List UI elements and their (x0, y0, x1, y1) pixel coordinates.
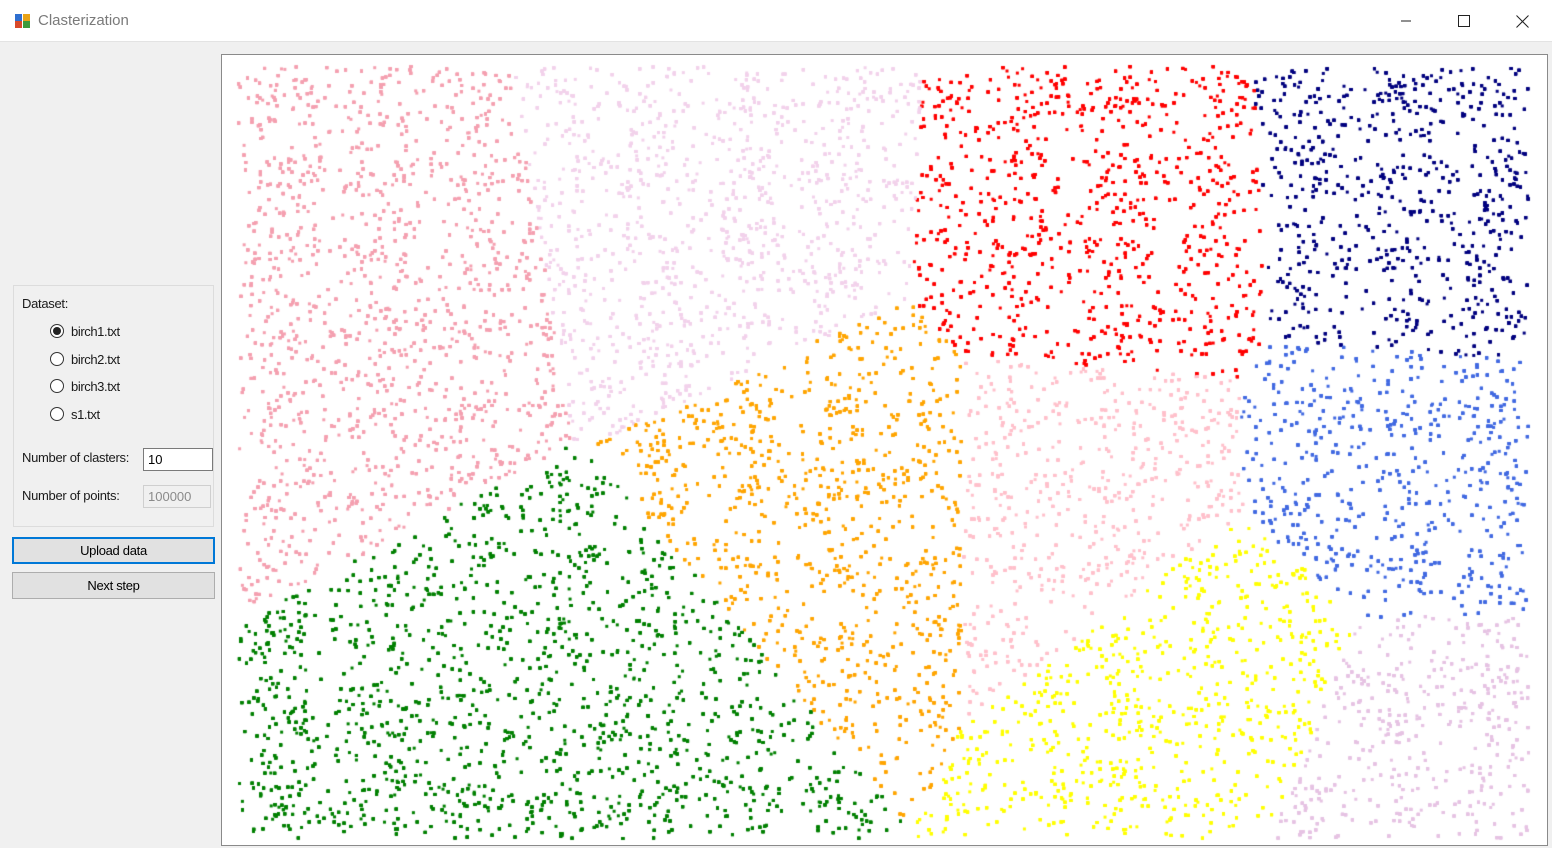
points-label: Number of points: (22, 488, 120, 503)
maximize-icon (1458, 15, 1470, 27)
radio-label: birch3.txt (71, 378, 120, 394)
radio-selected-dot (53, 327, 61, 335)
radio-label: birch1.txt (71, 323, 120, 339)
minimize-button[interactable] (1377, 0, 1435, 42)
clusters-label: Number of clasters: (22, 450, 130, 465)
close-icon (1515, 14, 1529, 28)
radio-birch1[interactable]: birch1.txt (50, 321, 120, 341)
radio-button-icon (50, 352, 64, 366)
scatter-plot (221, 54, 1548, 846)
radio-label: birch2.txt (71, 351, 120, 367)
window-title: Clasterization (38, 12, 129, 29)
radio-button-icon (50, 379, 64, 393)
upload-data-button[interactable]: Upload data (12, 537, 215, 564)
radio-s1[interactable]: s1.txt (50, 404, 100, 424)
radio-birch3[interactable]: birch3.txt (50, 376, 120, 396)
minimize-icon (1401, 20, 1411, 22)
maximize-button[interactable] (1435, 0, 1493, 42)
radio-label: s1.txt (71, 406, 100, 422)
close-button[interactable] (1493, 0, 1551, 42)
next-step-button[interactable]: Next step (12, 572, 215, 599)
points-input (143, 485, 211, 508)
radio-button-icon (50, 324, 64, 338)
title-bar: Clasterization (0, 0, 1552, 42)
app-icon (15, 14, 30, 28)
dataset-label: Dataset: (22, 296, 69, 311)
scatter-canvas (222, 55, 1547, 845)
radio-birch2[interactable]: birch2.txt (50, 349, 120, 369)
clusters-input[interactable] (143, 448, 213, 471)
radio-button-icon (50, 407, 64, 421)
